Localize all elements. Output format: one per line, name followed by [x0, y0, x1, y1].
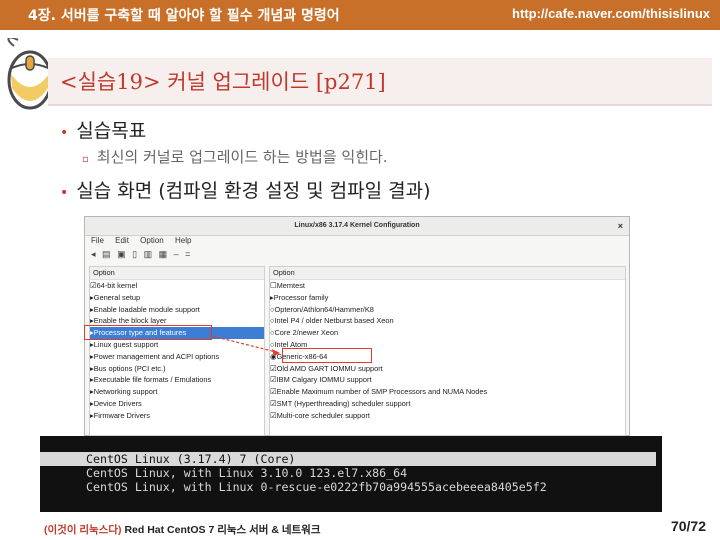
close-icon[interactable]: × — [618, 217, 623, 235]
right-option-item[interactable]: ○Opteron/Athlon64/Hammer/K8 — [270, 304, 625, 316]
menu-file[interactable]: File — [91, 236, 104, 245]
boot-entry[interactable]: CentOS Linux (3.17.4) 7 (Core) — [40, 452, 656, 466]
right-option-item[interactable]: ☑IBM Calgary IOMMU support — [270, 374, 625, 386]
toolbar: ◂ ▤ ▣ ▯ ▥ ▦ – = — [85, 249, 629, 263]
left-option-item[interactable]: ▸Enable loadable module support — [90, 304, 264, 316]
right-column-header: Option — [270, 267, 625, 280]
right-option-item[interactable]: ☑SMT (Hyperthreading) scheduler support — [270, 398, 625, 410]
left-option-tree[interactable]: Option ☑64-bit kernel ▸General setup ▸Enab… — [89, 266, 265, 436]
left-option-item[interactable]: ▸Networking support — [90, 386, 264, 398]
right-option-item[interactable]: ☑Multi-core scheduler support — [270, 410, 625, 422]
right-option-item[interactable]: ☐Memtest — [270, 280, 625, 292]
bullet-goal: • 실습목표 — [60, 116, 146, 143]
sub-bullet-goal: ▫ 최신의 커널로 업그레이드 하는 방법을 익힌다. — [82, 146, 388, 167]
chapter-title: 4장. 서버를 구축할 때 알아야 할 필수 개념과 명령어 — [28, 8, 340, 24]
left-option-item[interactable]: ☑64-bit kernel — [90, 280, 264, 292]
load-icon[interactable]: ▤ — [102, 249, 111, 259]
window-title: Linux/x86 3.17.4 Kernel Configuration — [294, 222, 420, 229]
screen-heading: 실습 화면 (컴파일 환경 설정 및 컴파일 결과) — [76, 180, 431, 202]
window-titlebar: Linux/x86 3.17.4 Kernel Configuration × — [85, 217, 629, 236]
left-option-item[interactable]: ▸Linux guest support — [90, 339, 264, 351]
expand-icon[interactable]: = — [185, 249, 190, 259]
left-option-item[interactable]: ▸Device Drivers — [90, 398, 264, 410]
bullet-screen: • 실습 화면 (컴파일 환경 설정 및 컴파일 결과) — [60, 176, 431, 203]
collapse-icon[interactable]: – — [174, 249, 179, 259]
highlight-box-generic — [282, 348, 372, 363]
right-option-item[interactable]: ○Core 2/newer Xeon — [270, 327, 625, 339]
slide-title-bar: <실습19> 커널 업그레이드 [p271] — [48, 58, 712, 106]
bullet-dot-icon: • — [60, 185, 69, 201]
left-column-header: Option — [90, 267, 264, 280]
right-option-item[interactable]: ☑Enable Maximum number of SMP Processors… — [270, 386, 625, 398]
right-option-item[interactable]: ○Intel P4 / older Netburst based Xeon — [270, 315, 625, 327]
bullet-dot-icon: • — [60, 125, 69, 141]
footer-book-prefix: (이것이 리눅스다) — [44, 524, 122, 536]
right-option-item[interactable]: ▸Processor family — [270, 292, 625, 304]
goal-text: 최신의 커널로 업그레이드 하는 방법을 익힌다. — [96, 148, 388, 166]
boot-entry[interactable]: CentOS Linux, with Linux 0-rescue-e0222f… — [86, 480, 547, 494]
right-option-item[interactable]: ☑Old AMD GART IOMMU support — [270, 363, 625, 375]
goal-heading: 실습목표 — [76, 120, 147, 142]
boot-entry[interactable]: CentOS Linux, with Linux 3.10.0 123.el7.… — [86, 466, 407, 480]
cafe-url-link[interactable]: http://cafe.naver.com/thisislinux — [512, 6, 710, 21]
left-option-item[interactable]: ▸Power management and ACPI options — [90, 351, 264, 363]
left-option-item[interactable]: ▸Executable file formats / Emulations — [90, 374, 264, 386]
slide-title: <실습19> 커널 업그레이드 [p271] — [60, 70, 386, 94]
menu-edit[interactable]: Edit — [115, 236, 129, 245]
full-view-icon[interactable]: ▦ — [159, 249, 168, 259]
left-option-item[interactable]: ▸Bus options (PCI etc.) — [90, 363, 264, 375]
save-icon[interactable]: ▣ — [117, 249, 126, 259]
split-view-icon[interactable]: ▥ — [144, 249, 153, 259]
footer-book-rest: Red Hat CentOS 7 리눅스 서버 & 네트워크 — [121, 524, 321, 536]
grub-boot-menu: CentOS Linux (3.17.4) 7 (Core) CentOS Lin… — [40, 436, 662, 512]
square-bullet-icon: ▫ — [82, 154, 89, 165]
menu-help[interactable]: Help — [175, 236, 191, 245]
left-option-item[interactable]: ▸Firmware Drivers — [90, 410, 264, 422]
single-view-icon[interactable]: ▯ — [132, 249, 137, 259]
menu-option[interactable]: Option — [140, 236, 164, 245]
footer-book-title: (이것이 리눅스다) Red Hat CentOS 7 리눅스 서버 & 네트워… — [44, 522, 321, 537]
left-option-item[interactable]: ▸General setup — [90, 292, 264, 304]
header-bar: 4장. 서버를 구축할 때 알아야 할 필수 개념과 명령어 http://ca… — [0, 0, 720, 30]
highlight-box-processor — [84, 325, 212, 340]
back-icon[interactable]: ◂ — [91, 249, 96, 259]
page-number: 70/72 — [670, 518, 706, 534]
menu-bar: File Edit Option Help — [85, 236, 629, 249]
